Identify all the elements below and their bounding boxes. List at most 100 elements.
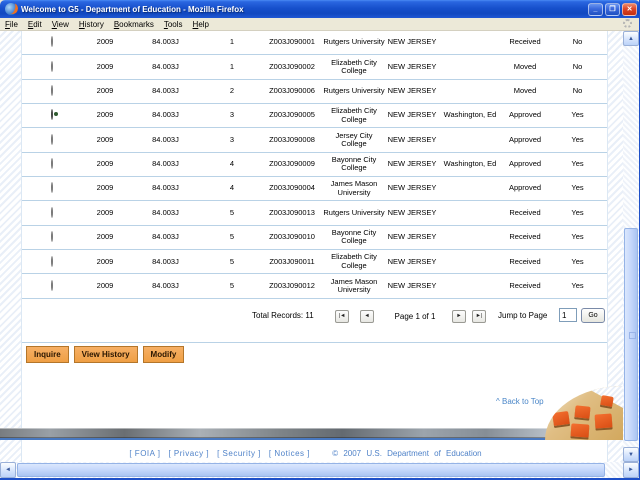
row-radio[interactable]	[51, 85, 53, 96]
row-radio[interactable]	[51, 280, 53, 291]
cell-institution: Jersey City College	[322, 132, 386, 149]
row-radio[interactable]	[51, 61, 53, 72]
cell-app-number: Z003J090010	[262, 233, 322, 242]
footer: [ FOIA ] [ Privacy ] [ Security ] [ Notices…	[0, 449, 607, 458]
last-page-button[interactable]: ►|	[472, 310, 486, 323]
cell-status: Moved	[502, 63, 548, 72]
cell-cfda: 84.003J	[129, 87, 202, 96]
scroll-right-icon[interactable]: ►	[623, 462, 639, 478]
view-history-button[interactable]: View History	[74, 346, 138, 363]
menu-edit[interactable]: Edit	[23, 19, 47, 30]
cell-app-number: Z003J090013	[262, 209, 322, 218]
cell-state: NEW JERSEY	[386, 38, 438, 47]
horizontal-scroll-thumb[interactable]	[17, 463, 605, 477]
footer-link-security[interactable]: [ Security ]	[217, 449, 261, 458]
row-radio[interactable]	[51, 134, 53, 145]
cell-institution: Rutgers University	[322, 87, 386, 96]
go-button[interactable]: Go	[581, 308, 605, 323]
row-radio[interactable]	[51, 256, 53, 267]
cell-priority: 3	[202, 111, 262, 120]
cell-institution: Elizabeth City College	[322, 59, 386, 76]
cell-state: NEW JERSEY	[386, 184, 438, 193]
cell-status: Received	[502, 258, 548, 267]
table-row: 2009 84.003J 3 Z003J090008 Jersey City C…	[22, 128, 607, 152]
cell-status: Received	[502, 233, 548, 242]
row-radio[interactable]	[51, 158, 53, 169]
footer-link-privacy[interactable]: [ Privacy ]	[168, 449, 209, 458]
row-radio[interactable]	[51, 182, 53, 193]
scroll-left-icon[interactable]: ◄	[0, 462, 16, 478]
maximize-button[interactable]: ❐	[605, 3, 620, 16]
cell-priority: 5	[202, 258, 262, 267]
cell-flag: Yes	[548, 136, 607, 145]
total-records: Total Records: 11	[252, 311, 314, 320]
cell-cfda: 84.003J	[129, 184, 202, 193]
cell-flag: Yes	[548, 160, 607, 169]
jump-to-page-input[interactable]	[559, 308, 577, 322]
cell-flag: No	[548, 87, 607, 96]
modify-button[interactable]: Modify	[143, 346, 185, 363]
menu-bar: FileEditViewHistoryBookmarksToolsHelp	[0, 18, 640, 31]
row-radio[interactable]	[51, 231, 53, 242]
cell-state: NEW JERSEY	[386, 160, 438, 169]
scroll-down-icon[interactable]: ▼	[623, 447, 639, 462]
vertical-scroll-thumb[interactable]	[624, 228, 638, 441]
cell-cfda: 84.003J	[129, 38, 202, 47]
back-to-top-link[interactable]: ^ Back to Top	[496, 397, 544, 406]
chairs-photo	[545, 386, 623, 440]
cell-cfda: 84.003J	[129, 136, 202, 145]
cell-year: 2009	[81, 111, 129, 120]
menu-history[interactable]: History	[74, 19, 109, 30]
cell-cfda: 84.003J	[129, 209, 202, 218]
footer-link-foia[interactable]: [ FOIA ]	[129, 449, 160, 458]
cell-priority: 5	[202, 282, 262, 291]
footer-link-notices[interactable]: [ Notices ]	[269, 449, 310, 458]
cell-flag: Yes	[548, 209, 607, 218]
cell-priority: 2	[202, 87, 262, 96]
jump-to-page-label: Jump to Page	[498, 311, 547, 320]
cell-institution: Rutgers University	[322, 209, 386, 218]
table-row: 2009 84.003J 4 Z003J090004 James Mason U…	[22, 177, 607, 201]
cell-status: Approved	[502, 184, 548, 193]
cell-status: Received	[502, 282, 548, 291]
cell-app-number: Z003J090005	[262, 111, 322, 120]
menu-help[interactable]: Help	[188, 19, 214, 30]
prev-page-button[interactable]: ◄	[360, 310, 374, 323]
table-row: 2009 84.003J 1 Z003J090002 Elizabeth Cit…	[22, 55, 607, 79]
cell-year: 2009	[81, 233, 129, 242]
scroll-up-icon[interactable]: ▲	[623, 31, 639, 46]
first-page-button[interactable]: |◄	[335, 310, 349, 323]
row-radio[interactable]	[51, 207, 53, 218]
cell-year: 2009	[81, 87, 129, 96]
vertical-scrollbar[interactable]: ▲ ▼	[623, 31, 639, 462]
throbber-icon	[623, 19, 632, 28]
horizontal-scrollbar[interactable]: ◄ ►	[0, 462, 640, 478]
cell-cfda: 84.003J	[129, 282, 202, 291]
cell-state: NEW JERSEY	[386, 63, 438, 72]
close-button[interactable]: ✕	[622, 3, 637, 16]
cell-flag: Yes	[548, 258, 607, 267]
cell-flag: Yes	[548, 282, 607, 291]
row-radio[interactable]	[51, 36, 53, 47]
cell-priority: 3	[202, 136, 262, 145]
menu-file[interactable]: File	[0, 19, 23, 30]
cell-flag: No	[548, 38, 607, 47]
cell-priority: 1	[202, 63, 262, 72]
cell-app-number: Z003J090012	[262, 282, 322, 291]
minimize-button[interactable]: _	[588, 3, 603, 16]
metallic-divider-bar	[0, 428, 623, 440]
cell-institution: Elizabeth City College	[322, 107, 386, 124]
copyright-text: © 2007 U.S. Department of Education	[332, 449, 481, 458]
cell-status: Received	[502, 38, 548, 47]
menu-bookmarks[interactable]: Bookmarks	[109, 19, 159, 30]
menu-view[interactable]: View	[47, 19, 74, 30]
cell-institution: Bayonne City College	[322, 156, 386, 173]
cell-year: 2009	[81, 209, 129, 218]
next-page-button[interactable]: ►	[452, 310, 466, 323]
title-bar[interactable]: Welcome to G5 - Department of Education …	[0, 0, 640, 18]
menu-tools[interactable]: Tools	[159, 19, 188, 30]
row-radio[interactable]	[51, 109, 53, 120]
action-buttons: Inquire View History Modify	[26, 346, 184, 363]
cell-app-number: Z003J090008	[262, 136, 322, 145]
inquire-button[interactable]: Inquire	[26, 346, 69, 363]
